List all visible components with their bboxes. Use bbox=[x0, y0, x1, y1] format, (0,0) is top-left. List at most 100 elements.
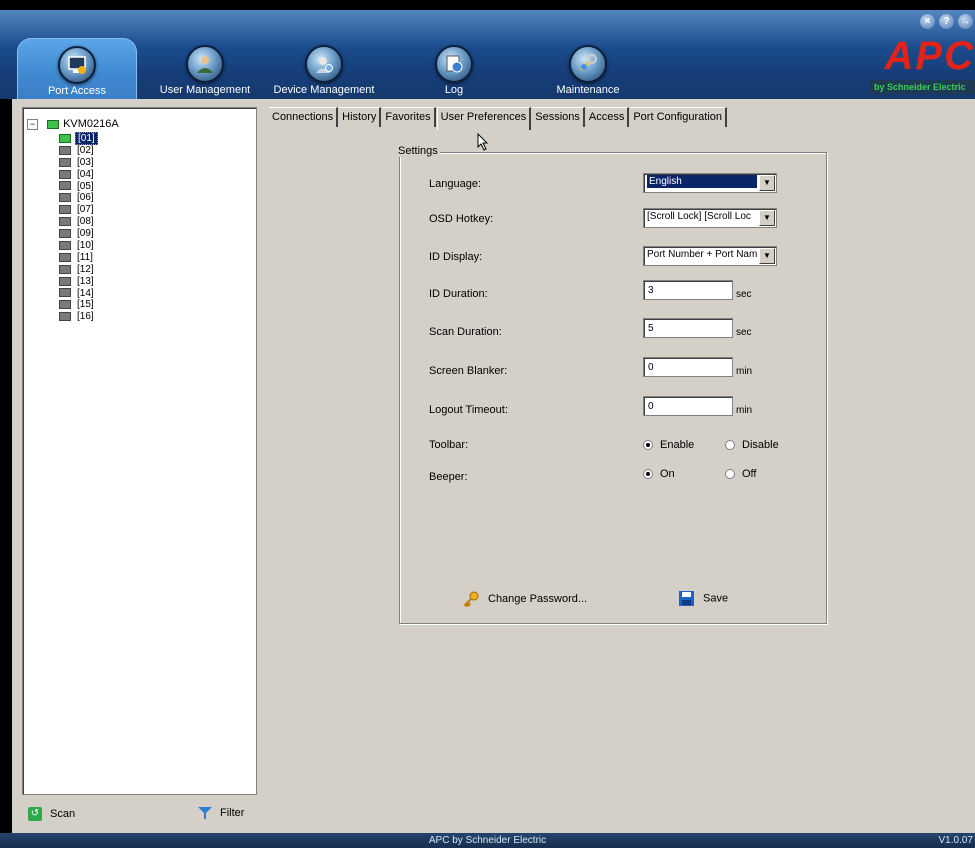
monitor-icon bbox=[59, 145, 71, 155]
port-label: [08] bbox=[77, 216, 94, 228]
main-area: − KVM0216A [01] [02] [03] [04] [05] [06] [07][… bbox=[12, 99, 975, 833]
tab-user-preferences[interactable]: User Preferences bbox=[436, 107, 532, 130]
port-label: [02] bbox=[77, 144, 94, 156]
monitor-icon bbox=[59, 312, 71, 322]
logout-timeout-label: Logout Timeout: bbox=[429, 404, 508, 416]
change-password-button[interactable]: Change Password... bbox=[463, 591, 588, 608]
tree-item-port[interactable]: [15] bbox=[59, 299, 98, 311]
nav-user-management[interactable]: User Management bbox=[155, 38, 255, 100]
chevron-down-icon: ▼ bbox=[759, 210, 775, 226]
port-label: [03] bbox=[77, 156, 94, 168]
scan-label: Scan bbox=[50, 807, 76, 820]
tree-item-port[interactable]: [02] bbox=[59, 145, 98, 157]
nav-label: Port Access bbox=[47, 85, 107, 97]
device-management-icon bbox=[305, 45, 343, 83]
filter-label: Filter bbox=[220, 807, 245, 819]
logout-icon[interactable]: → bbox=[958, 14, 973, 29]
monitor-icon bbox=[59, 264, 71, 274]
logout-timeout-field[interactable]: 0 bbox=[643, 396, 733, 416]
tree-item-port[interactable]: [04] bbox=[59, 169, 98, 181]
scan-duration-unit: sec bbox=[736, 327, 752, 338]
tree-item-port[interactable]: [14] bbox=[59, 288, 98, 300]
collapse-icon[interactable]: − bbox=[27, 118, 38, 130]
toolbar-disable-radio[interactable]: Disable bbox=[725, 439, 779, 451]
scan-button[interactable]: ↺ Scan bbox=[28, 807, 75, 821]
change-password-label: Change Password... bbox=[488, 592, 588, 605]
tree-root[interactable]: − KVM0216A bbox=[27, 118, 119, 130]
port-label: [15] bbox=[77, 299, 94, 311]
tree-item-port[interactable]: [16] bbox=[59, 311, 98, 323]
radio-checked-icon bbox=[643, 469, 653, 480]
toolbar-enable-radio[interactable]: Enable bbox=[643, 439, 694, 451]
port-label: [10] bbox=[77, 240, 94, 252]
monitor-icon bbox=[59, 228, 71, 238]
tree-item-port[interactable]: [03] bbox=[59, 157, 98, 169]
tab-access[interactable]: Access bbox=[585, 107, 630, 127]
screen-blanker-unit: min bbox=[736, 366, 753, 377]
osd-hotkey-select[interactable]: [Scroll Lock] [Scroll Loc ▼ bbox=[643, 208, 777, 228]
radio-unchecked-icon bbox=[725, 469, 735, 480]
tree-item-port[interactable]: [07] bbox=[59, 204, 98, 216]
monitor-icon bbox=[59, 276, 71, 286]
beeper-off-radio[interactable]: Off bbox=[725, 468, 756, 480]
id-duration-field[interactable]: 3 bbox=[643, 280, 733, 300]
tree-item-port[interactable]: [08] bbox=[59, 216, 98, 228]
nav-maintenance[interactable]: Maintenance bbox=[548, 38, 628, 100]
monitor-icon bbox=[59, 288, 71, 298]
scan-duration-field[interactable]: 5 bbox=[643, 318, 733, 338]
monitor-icon bbox=[59, 181, 71, 191]
monitor-icon bbox=[59, 157, 71, 167]
port-label: [04] bbox=[77, 168, 94, 180]
monitor-icon bbox=[59, 240, 71, 250]
port-label: [13] bbox=[77, 275, 94, 287]
tree-item-port[interactable]: [01] bbox=[59, 132, 98, 145]
logo-sub: by Schneider Electric bbox=[870, 80, 975, 94]
language-select[interactable]: English ▼ bbox=[643, 173, 777, 193]
port-label: [09] bbox=[77, 228, 94, 240]
tree-root-label: KVM0216A bbox=[63, 118, 119, 130]
port-label: [07] bbox=[77, 204, 94, 216]
filter-icon bbox=[198, 807, 212, 820]
nav-port-access[interactable]: Port Access bbox=[17, 38, 137, 101]
radio-checked-icon bbox=[643, 440, 653, 451]
port-label: [01] bbox=[75, 132, 98, 145]
tab-sessions[interactable]: Sessions bbox=[532, 107, 585, 127]
close-icon[interactable]: × bbox=[920, 14, 935, 29]
monitor-icon bbox=[59, 217, 71, 227]
toolbar-disable-label: Disable bbox=[742, 439, 779, 451]
tab-connections[interactable]: Connections bbox=[269, 107, 339, 127]
header-gloss bbox=[0, 10, 975, 48]
log-icon bbox=[435, 45, 473, 83]
scan-duration-label: Scan Duration: bbox=[429, 326, 502, 338]
save-button[interactable]: Save bbox=[679, 591, 728, 606]
tab-favorites[interactable]: Favorites bbox=[382, 107, 436, 127]
nav-device-management[interactable]: Device Management bbox=[270, 38, 378, 100]
tree-item-port[interactable]: [10] bbox=[59, 240, 98, 252]
tree-item-port[interactable]: [13] bbox=[59, 276, 98, 288]
settings-legend: Settings bbox=[396, 145, 440, 157]
tab-history[interactable]: History bbox=[339, 107, 382, 127]
content-area: Connections History Favorites User Preferen… bbox=[269, 99, 975, 833]
port-label: [16] bbox=[77, 311, 94, 323]
apc-logo: APC by Schneider Electric bbox=[870, 36, 975, 96]
tree-item-port[interactable]: [05] bbox=[59, 181, 98, 193]
tab-port-configuration[interactable]: Port Configuration bbox=[630, 107, 728, 127]
port-label: [11] bbox=[77, 251, 93, 263]
language-value: English bbox=[647, 175, 757, 188]
help-icon[interactable]: ? bbox=[939, 14, 954, 29]
logo-brand: APC bbox=[884, 34, 975, 78]
version-label: V1.0.07 bbox=[938, 835, 973, 846]
tree-item-port[interactable]: [11] bbox=[59, 252, 98, 264]
sidebar-bottom-bar: ↺ Scan Filter bbox=[22, 804, 257, 826]
tree-item-port[interactable]: [09] bbox=[59, 228, 98, 240]
id-display-select[interactable]: Port Number + Port Nam ▼ bbox=[643, 246, 777, 266]
status-center-text: APC by Schneider Electric bbox=[428, 835, 547, 846]
tree-item-port[interactable]: [12] bbox=[59, 264, 98, 276]
nav-label: Device Management bbox=[273, 84, 375, 96]
nav-log[interactable]: Log bbox=[433, 38, 475, 100]
filter-button[interactable]: Filter bbox=[198, 807, 245, 820]
screen-blanker-field[interactable]: 0 bbox=[643, 357, 733, 377]
beeper-on-radio[interactable]: On bbox=[643, 468, 675, 480]
osd-hotkey-label: OSD Hotkey: bbox=[429, 213, 494, 225]
tree-item-port[interactable]: [06] bbox=[59, 192, 98, 204]
